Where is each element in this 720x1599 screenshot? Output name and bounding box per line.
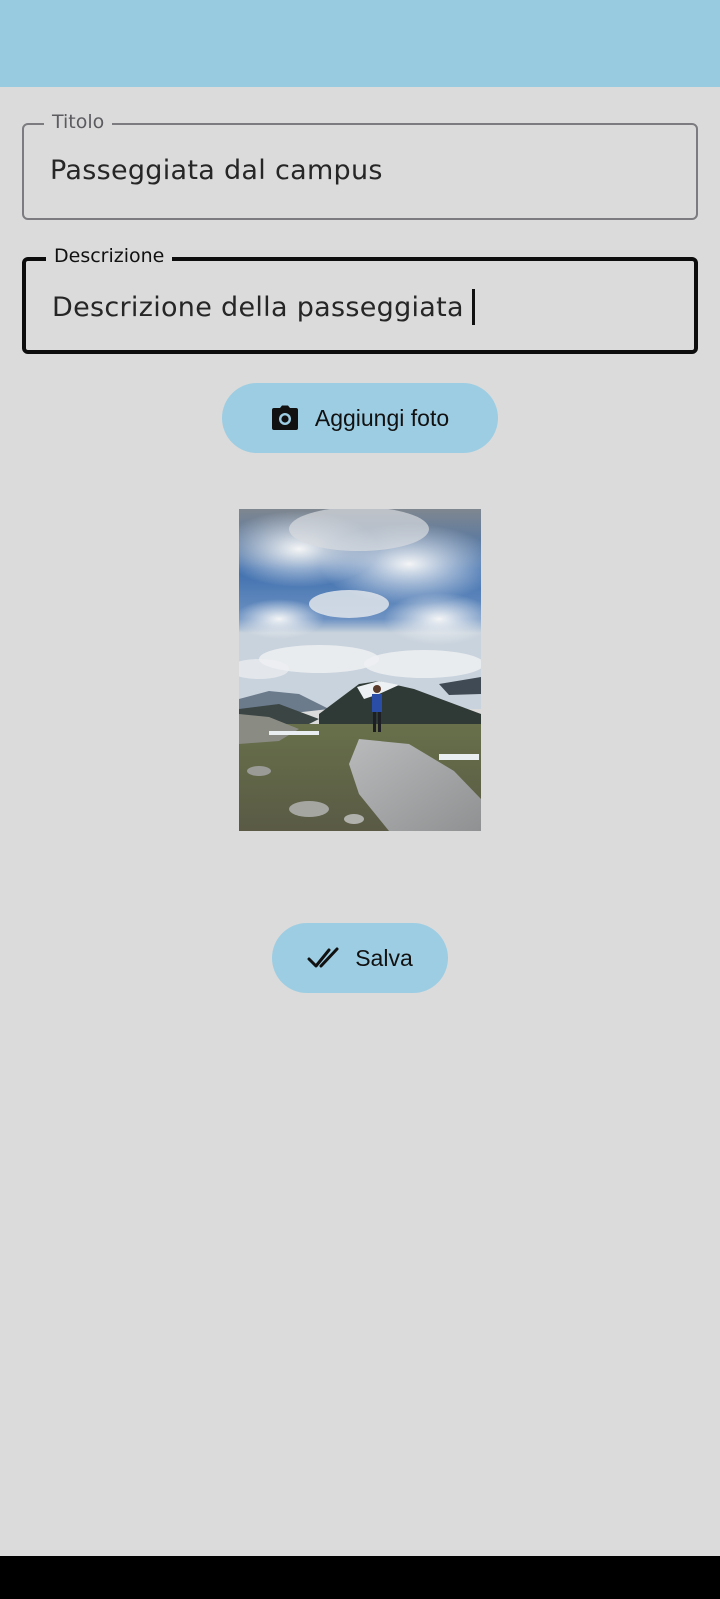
system-navigation-bar <box>0 1556 720 1599</box>
description-input[interactable]: Descrizione della passeggiata <box>52 289 475 325</box>
top-app-bar <box>0 0 720 87</box>
title-value: Passeggiata dal campus <box>50 155 383 186</box>
double-check-icon <box>307 946 339 970</box>
description-field[interactable]: Descrizione Descrizione della passeggiat… <box>22 247 698 354</box>
camera-icon <box>271 405 299 431</box>
add-photo-button[interactable]: Aggiungi foto <box>222 383 498 453</box>
walk-photo <box>239 509 481 831</box>
title-input[interactable]: Passeggiata dal campus <box>50 155 383 186</box>
title-field[interactable]: Titolo Passeggiata dal campus <box>22 113 698 220</box>
save-button[interactable]: Salva <box>272 923 448 993</box>
text-cursor <box>471 289 475 325</box>
title-label: Titolo <box>44 113 113 132</box>
description-label: Descrizione <box>46 247 173 266</box>
save-label: Salva <box>355 944 413 971</box>
add-photo-label: Aggiungi foto <box>314 404 450 431</box>
description-value: Descrizione della passeggiata <box>52 291 464 323</box>
